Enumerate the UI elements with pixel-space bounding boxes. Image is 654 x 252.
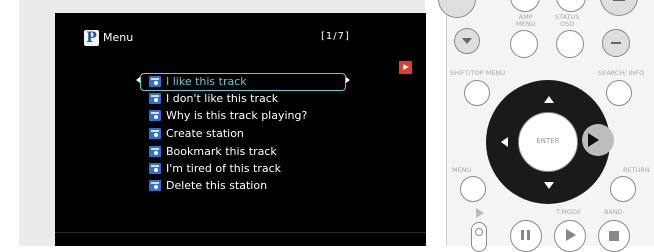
shift-top-menu-button[interactable] [464,80,490,106]
search-info-button[interactable] [606,80,632,106]
tmode-label: T.MODE [556,208,582,216]
screen-panel: P Menu [1/7] I like this track I don't l… [19,0,426,246]
menu-item-label: Why is this track playing? [166,109,308,122]
pandora-item-icon [149,93,161,104]
menu-item-label: Bookmark this track [166,145,277,158]
menu-item-bookmark[interactable]: Bookmark this track [149,143,277,160]
enter-label: ENTER [536,137,560,145]
left-arrow-icon[interactable] [501,137,508,147]
plus-icon [613,0,625,1]
menu-item-label: Delete this station [166,179,268,192]
status-osd-label: STATUS OSD [555,13,580,28]
play-flag-icon [399,61,412,74]
down-button[interactable] [454,28,480,54]
return-button[interactable] [610,176,636,202]
pandora-item-icon [149,76,161,87]
play-label-icon [476,208,484,218]
enter-button[interactable]: ENTER [518,112,578,172]
menu-title: Menu [103,31,134,44]
up-arrow-icon[interactable] [544,96,554,103]
menu-label: MENU [452,166,472,174]
stop-icon [609,231,619,241]
play-button[interactable] [554,220,586,252]
band-label: BAND [604,208,623,216]
menu-item-label: I'm tired of this track [166,162,282,175]
chevron-down-icon [462,38,472,44]
menu-item-create-station[interactable]: Create station [149,125,244,142]
pause-icon [527,230,530,240]
minus-button[interactable] [602,29,630,57]
search-info-label: SEARCH/ INFO [598,69,645,77]
menu-item-dislike[interactable]: I don't like this track [149,90,278,107]
down-arrow-icon[interactable] [544,182,554,189]
minus-icon [611,42,621,44]
pause-button[interactable] [510,220,542,252]
return-label: RETURN [623,166,650,174]
menu-item-why-playing[interactable]: Why is this track playing? [149,107,307,124]
pandora-item-icon [149,163,161,174]
tv-screen: P Menu [1/7] I like this track I don't l… [55,13,426,246]
stop-button[interactable] [598,220,630,252]
bottom-divider [55,232,426,233]
right-arrow-icon[interactable] [588,133,599,147]
menu-header: P Menu [1/7] [55,13,426,59]
menu-item-like[interactable]: I like this track [149,73,247,90]
pandora-item-icon [149,128,161,139]
menu-item-tired[interactable]: I'm tired of this track [149,160,281,177]
pandora-item-icon [149,180,161,191]
menu-item-label: I don't like this track [166,92,279,105]
status-osd-button[interactable] [556,30,584,58]
pandora-item-icon [149,146,161,157]
rec-slider-button[interactable] [471,222,487,252]
menu-button[interactable] [460,176,486,202]
menu-item-label: I like this track [166,75,247,88]
amp-menu-label: AMP MENU [516,13,536,28]
record-icon [475,228,483,236]
amp-menu-button[interactable] [510,30,538,58]
menu-item-label: Create station [166,127,244,140]
play-icon [566,229,576,241]
pause-icon [521,230,524,240]
page-indicator: [1/7] [321,31,350,42]
right-arrow-icon[interactable] [346,77,350,83]
pandora-item-icon [149,110,161,121]
remote-control: AMP MENU STATUS OSD SHIFT/TOP MENU SEARC… [438,0,654,252]
shift-top-menu-label: SHIFT/TOP MENU [450,69,506,77]
pandora-logo-icon: P [84,30,99,46]
menu-item-delete-station[interactable]: Delete this station [149,177,267,194]
